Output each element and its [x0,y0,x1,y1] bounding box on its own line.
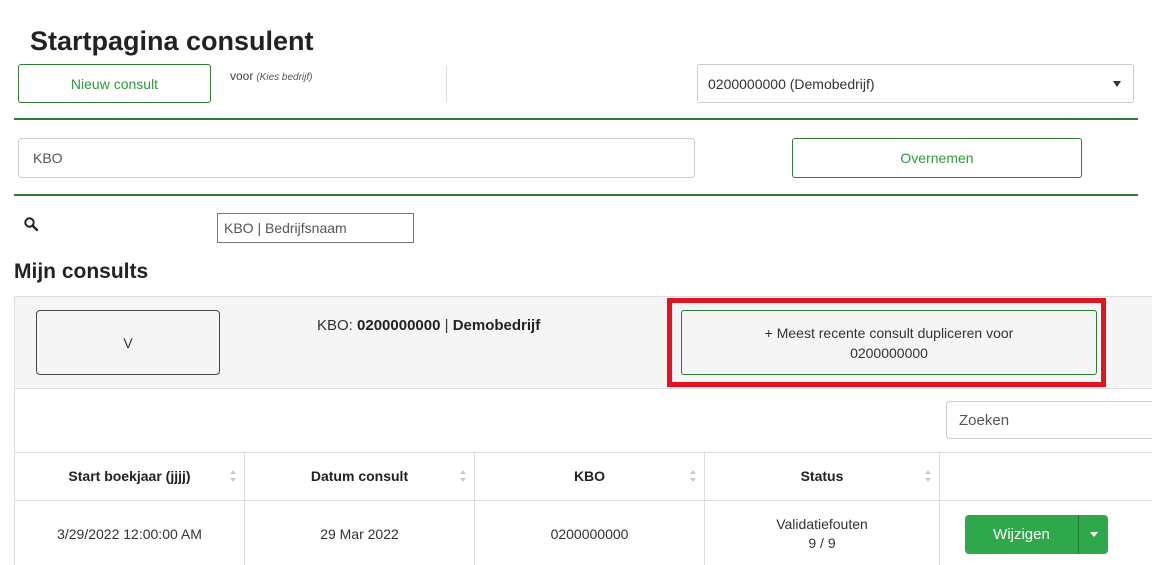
cell-kbo: 0200000000 [475,501,705,565]
kbo-summary: KBO: 0200000000 | Demobedrijf [317,317,540,334]
search-icon [24,217,38,231]
kbo-number: 0200000000 [357,317,441,334]
consults-panel: V KBO: 0200000000 | Demobedrijf + Meest … [14,296,1152,565]
action-button-group: Wijzigen [965,514,1108,554]
company-name: Demobedrijf [452,317,541,334]
company-select-value: 0200000000 (Demobedrijf) [708,75,875,92]
kbo-input-placeholder: KBO [33,150,63,166]
new-consult-button[interactable]: Nieuw consult [18,64,211,103]
column-header-start-boekjaar[interactable]: Start boekjaar (jjjj) [15,453,245,500]
sort-icon [460,470,466,482]
cell-status: Validatiefouten 9 / 9 [705,501,940,565]
kbo-prefix: KBO: [317,317,358,334]
voor-hint: (Kies bedrijf) [256,72,313,83]
company-select[interactable]: 0200000000 (Demobedrijf) [697,64,1134,103]
cell-datum-consult: 29 Mar 2022 [245,501,475,565]
status-text: Validatiefouten [776,516,868,532]
duplicate-consult-button[interactable]: + Meest recente consult dupliceren voor … [681,310,1097,375]
column-header-label: KBO [573,468,606,484]
divider-line [14,118,1138,120]
company-search-placeholder: KBO | Bedrijfsnaam [224,220,347,236]
divider-line [14,194,1138,196]
sort-icon [690,470,696,482]
column-header-label: Status [800,468,844,484]
consults-panel-header: V KBO: 0200000000 | Demobedrijf + Meest … [15,297,1152,389]
overnemen-button[interactable]: Overnemen [792,138,1082,178]
section-title: Mijn consults [14,260,149,283]
cell-start-boekjaar: 3/29/2022 12:00:00 AM [15,501,245,565]
table-row: 3/29/2022 12:00:00 AM 29 Mar 2022 020000… [15,501,1152,565]
consults-table: Start boekjaar (jjjj) Datum consult KBO … [15,452,1152,565]
column-header-label: Datum consult [310,468,409,484]
column-header-label: Start boekjaar (jjjj) [68,468,191,484]
duplicate-label-line1: + Meest recente consult dupliceren voor [764,324,1014,341]
vertical-divider [446,66,447,102]
table-search-placeholder: Zoeken [959,411,1010,429]
sort-icon [925,470,931,482]
company-search-input[interactable]: KBO | Bedrijfsnaam [217,213,414,243]
dropdown-toggle-button[interactable] [1078,514,1108,554]
voor-text: voor [230,69,254,83]
column-header-status[interactable]: Status [705,453,940,500]
sort-icon [230,470,236,482]
column-header-actions [940,453,1152,500]
voor-label: voor (Kies bedrijf) [230,69,312,83]
cell-actions: Wijzigen [940,501,1152,565]
collapse-toggle-button[interactable]: V [36,310,220,375]
status-count: 9 / 9 [808,535,836,551]
caret-down-icon [1113,81,1121,87]
wijzigen-button[interactable]: Wijzigen [965,514,1078,554]
kbo-separator: | [440,317,453,334]
table-search-input[interactable]: Zoeken [946,401,1152,439]
column-header-datum-consult[interactable]: Datum consult [245,453,475,500]
column-header-kbo[interactable]: KBO [475,453,705,500]
kbo-input[interactable]: KBO [18,138,695,178]
table-header-row: Start boekjaar (jjjj) Datum consult KBO … [15,453,1152,501]
page-title: Startpagina consulent [30,26,314,56]
duplicate-label-line2: 0200000000 [850,344,928,361]
